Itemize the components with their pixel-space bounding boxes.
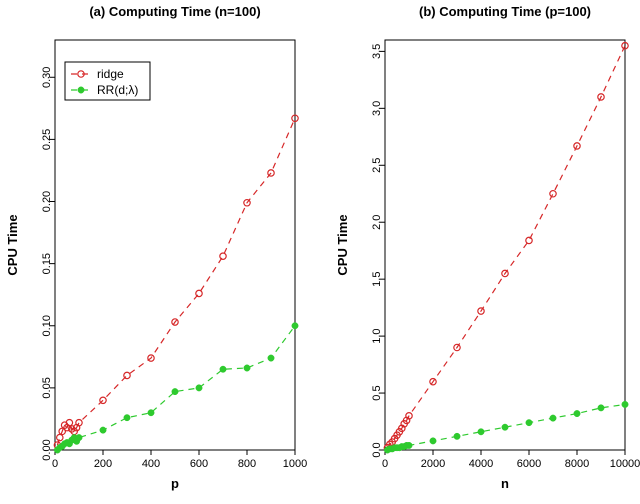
panel-a: (a) Computing Time (n=100)02004006008001… xyxy=(5,4,307,491)
x-tick-label: 6000 xyxy=(517,458,541,470)
y-tick-label: 0.30 xyxy=(41,67,53,88)
x-axis-label: n xyxy=(501,476,509,491)
series-point-ridge xyxy=(220,253,226,259)
series-point-ridge xyxy=(124,372,130,378)
series-point-rr xyxy=(172,388,178,394)
series-point-rr xyxy=(598,405,604,411)
series-point-rr xyxy=(100,427,106,433)
y-tick-label: 0.15 xyxy=(41,253,53,274)
x-tick-label: 800 xyxy=(238,458,256,470)
series-point-rr xyxy=(622,401,628,407)
series-point-rr xyxy=(76,434,82,440)
y-tick-label: 0.25 xyxy=(41,129,53,150)
x-tick-label: 400 xyxy=(142,458,160,470)
x-tick-label: 2000 xyxy=(421,458,445,470)
legend-point-rr xyxy=(78,87,84,93)
series-line-ridge xyxy=(57,118,295,445)
panel-title: (b) Computing Time (p=100) xyxy=(419,4,591,19)
y-tick-label: 0.20 xyxy=(41,191,53,212)
y-axis-label: CPU Time xyxy=(5,214,20,275)
series-line-rr xyxy=(57,326,295,450)
x-tick-label: 10000 xyxy=(610,458,640,470)
x-tick-label: 200 xyxy=(94,458,112,470)
series-point-rr xyxy=(244,365,250,371)
series-point-ridge xyxy=(196,290,202,296)
series-point-ridge xyxy=(550,191,556,197)
series-point-rr xyxy=(550,415,556,421)
series-point-rr xyxy=(526,419,532,425)
series-point-rr xyxy=(292,323,298,329)
series-point-rr xyxy=(430,438,436,444)
series-point-rr xyxy=(454,433,460,439)
series-point-rr xyxy=(406,442,412,448)
legend-label-ridge: ridge xyxy=(97,67,124,81)
legend-label-rr: RR(d;λ) xyxy=(97,83,138,97)
y-tick-label: 0.05 xyxy=(41,377,53,398)
series-point-rr xyxy=(124,414,130,420)
y-tick-label: 0.5 xyxy=(371,385,383,400)
series-point-rr xyxy=(268,355,274,361)
x-tick-label: 4000 xyxy=(469,458,493,470)
figure: (a) Computing Time (n=100) 0 200 400 600 800 1… xyxy=(0,0,640,504)
series-line-ridge xyxy=(387,46,625,448)
x-tick-label: 1000 xyxy=(283,458,307,470)
y-tick-label: 0.00 xyxy=(41,439,53,460)
y-tick-label: 0.0 xyxy=(371,442,383,457)
series-point-rr xyxy=(148,410,154,416)
y-axis-label: CPU Time xyxy=(335,214,350,275)
series-point-rr xyxy=(478,429,484,435)
y-tick-label: 2.0 xyxy=(371,215,383,230)
panel-b: (b) Computing Time (p=100) 0 2000 4000 6000 8… xyxy=(335,4,640,491)
y-tick-label: 2.5 xyxy=(371,158,383,173)
series-point-ridge xyxy=(57,434,63,440)
legend: ridge RR(d;λ) xyxy=(65,62,150,100)
y-tick-label: 3.5 xyxy=(371,44,383,59)
series-point-rr xyxy=(574,410,580,416)
panel-title: (a) Computing Time (n=100) xyxy=(89,4,260,19)
x-tick-label: 8000 xyxy=(565,458,589,470)
y-tick-label: 0.10 xyxy=(41,315,53,336)
series-point-rr xyxy=(196,385,202,391)
y-tick-label: 3.0 xyxy=(371,101,383,116)
series-point-rr xyxy=(220,366,226,372)
y-tick-label: 1.5 xyxy=(371,272,383,287)
x-axis-label: p xyxy=(171,476,179,491)
series-point-rr xyxy=(502,424,508,430)
x-tick-label: 0 xyxy=(382,458,388,470)
x-tick-label: 600 xyxy=(190,458,208,470)
plot-frame xyxy=(385,40,625,450)
y-tick-label: 1.0 xyxy=(371,328,383,343)
plots-svg: (a) Computing Time (n=100) 0 200 400 600 800 1… xyxy=(0,0,640,504)
series-point-ridge xyxy=(526,237,532,243)
